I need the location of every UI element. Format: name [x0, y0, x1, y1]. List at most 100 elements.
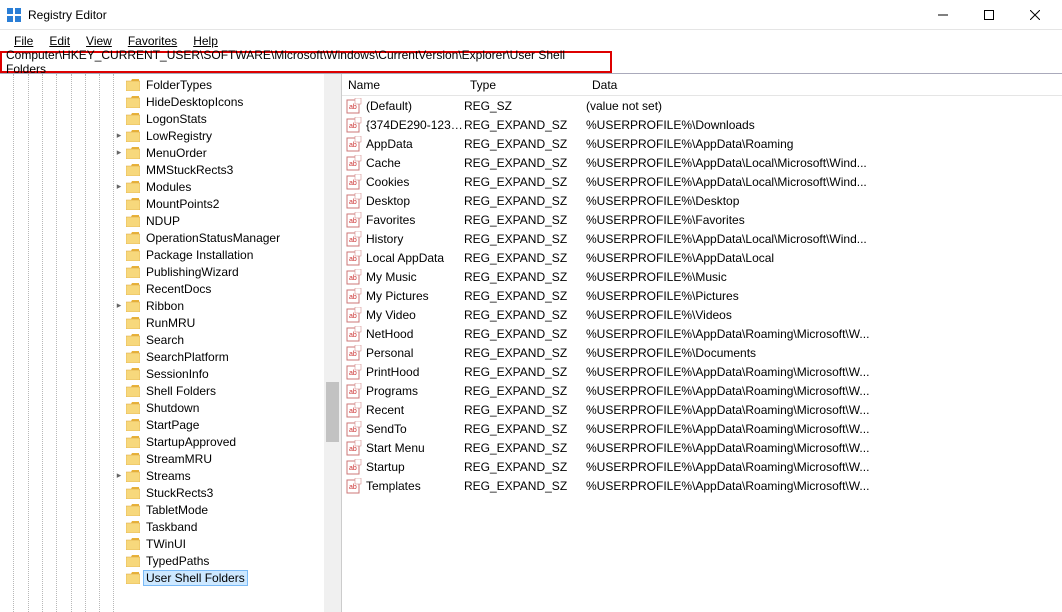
tree-item[interactable]: StreamMRU [0, 450, 341, 467]
expander-icon[interactable] [113, 198, 125, 210]
tree-item[interactable]: HideDesktopIcons [0, 93, 341, 110]
list-row[interactable]: ab(Default)REG_SZ(value not set) [342, 96, 1062, 115]
expander-icon[interactable] [113, 79, 125, 91]
list-row[interactable]: abMy MusicREG_EXPAND_SZ%USERPROFILE%\Mus… [342, 267, 1062, 286]
list-row[interactable]: abStartupREG_EXPAND_SZ%USERPROFILE%\AppD… [342, 457, 1062, 476]
list-row[interactable]: abAppDataREG_EXPAND_SZ%USERPROFILE%\AppD… [342, 134, 1062, 153]
address-bar[interactable]: Computer\HKEY_CURRENT_USER\SOFTWARE\Micr… [0, 51, 612, 73]
tree-label: LowRegistry [143, 129, 215, 143]
expander-icon[interactable] [113, 436, 125, 448]
list-row[interactable]: ab{374DE290-123F...REG_EXPAND_SZ%USERPRO… [342, 115, 1062, 134]
list-row[interactable]: abHistoryREG_EXPAND_SZ%USERPROFILE%\AppD… [342, 229, 1062, 248]
tree-item[interactable]: ▸Streams [0, 467, 341, 484]
expander-icon[interactable] [113, 317, 125, 329]
tree-item[interactable]: StartPage [0, 416, 341, 433]
expander-icon[interactable] [113, 96, 125, 108]
tree-item[interactable]: ▸Modules [0, 178, 341, 195]
cell-name: History [366, 232, 464, 246]
expander-icon[interactable] [113, 266, 125, 278]
expander-icon[interactable] [113, 572, 125, 584]
list-row[interactable]: abTemplatesREG_EXPAND_SZ%USERPROFILE%\Ap… [342, 476, 1062, 495]
expander-icon[interactable] [113, 232, 125, 244]
menu-favorites[interactable]: Favorites [120, 32, 185, 50]
list-row[interactable]: abNetHoodREG_EXPAND_SZ%USERPROFILE%\AppD… [342, 324, 1062, 343]
tree-label: FolderTypes [143, 78, 215, 92]
list-row[interactable]: abProgramsREG_EXPAND_SZ%USERPROFILE%\App… [342, 381, 1062, 400]
col-header-type[interactable]: Type [464, 75, 586, 95]
expander-icon[interactable] [113, 113, 125, 125]
tree-item[interactable]: FolderTypes [0, 76, 341, 93]
tree-item[interactable]: SessionInfo [0, 365, 341, 382]
tree-item[interactable]: RecentDocs [0, 280, 341, 297]
expander-icon[interactable] [113, 164, 125, 176]
tree-item[interactable]: Package Installation [0, 246, 341, 263]
tree-item[interactable]: RunMRU [0, 314, 341, 331]
list-row[interactable]: abPersonalREG_EXPAND_SZ%USERPROFILE%\Doc… [342, 343, 1062, 362]
tree-scrollbar-thumb[interactable] [326, 382, 339, 442]
tree-item[interactable]: StuckRects3 [0, 484, 341, 501]
maximize-button[interactable] [966, 0, 1012, 30]
col-header-name[interactable]: Name [342, 75, 464, 95]
expander-icon[interactable] [113, 538, 125, 550]
tree-item[interactable]: TabletMode [0, 501, 341, 518]
expander-icon[interactable]: ▸ [113, 130, 125, 142]
list-row[interactable]: abDesktopREG_EXPAND_SZ%USERPROFILE%\Desk… [342, 191, 1062, 210]
list-row[interactable]: abStart MenuREG_EXPAND_SZ%USERPROFILE%\A… [342, 438, 1062, 457]
expander-icon[interactable]: ▸ [113, 147, 125, 159]
minimize-button[interactable] [920, 0, 966, 30]
list-row[interactable]: abRecentREG_EXPAND_SZ%USERPROFILE%\AppDa… [342, 400, 1062, 419]
cell-name: Start Menu [366, 441, 464, 455]
expander-icon[interactable] [113, 283, 125, 295]
tree-item[interactable]: ▸Ribbon [0, 297, 341, 314]
menu-edit[interactable]: Edit [41, 32, 78, 50]
expander-icon[interactable] [113, 368, 125, 380]
tree-item[interactable]: Taskband [0, 518, 341, 535]
tree-item[interactable]: SearchPlatform [0, 348, 341, 365]
expander-icon[interactable] [113, 453, 125, 465]
list-row[interactable]: abMy VideoREG_EXPAND_SZ%USERPROFILE%\Vid… [342, 305, 1062, 324]
tree-item[interactable]: ▸MenuOrder [0, 144, 341, 161]
tree-item[interactable]: Search [0, 331, 341, 348]
list-row[interactable]: abCacheREG_EXPAND_SZ%USERPROFILE%\AppDat… [342, 153, 1062, 172]
menu-view[interactable]: View [78, 32, 120, 50]
expander-icon[interactable] [113, 249, 125, 261]
tree-item[interactable]: ▸ LowRegistry [0, 127, 341, 144]
list-row[interactable]: abMy PicturesREG_EXPAND_SZ%USERPROFILE%\… [342, 286, 1062, 305]
tree-item[interactable]: OperationStatusManager [0, 229, 341, 246]
tree-item[interactable]: TypedPaths [0, 552, 341, 569]
tree-item[interactable]: TWinUI [0, 535, 341, 552]
expander-icon[interactable] [113, 351, 125, 363]
tree-item[interactable]: NDUP [0, 212, 341, 229]
expander-icon[interactable]: ▸ [113, 181, 125, 193]
list-row[interactable]: abPrintHoodREG_EXPAND_SZ%USERPROFILE%\Ap… [342, 362, 1062, 381]
expander-icon[interactable] [113, 385, 125, 397]
tree-item[interactable]: MountPoints2 [0, 195, 341, 212]
list-row[interactable]: abLocal AppDataREG_EXPAND_SZ%USERPROFILE… [342, 248, 1062, 267]
tree-item[interactable]: PublishingWizard [0, 263, 341, 280]
menu-help[interactable]: Help [185, 32, 226, 50]
tree-item[interactable]: Shell Folders [0, 382, 341, 399]
tree-item[interactable]: Shutdown [0, 399, 341, 416]
list-row[interactable]: abSendToREG_EXPAND_SZ%USERPROFILE%\AppDa… [342, 419, 1062, 438]
tree-item[interactable]: LogonStats [0, 110, 341, 127]
tree-item[interactable]: User Shell Folders [0, 569, 341, 586]
expander-icon[interactable] [113, 402, 125, 414]
expander-icon[interactable] [113, 215, 125, 227]
tree-scrollbar[interactable] [324, 74, 341, 612]
tree-item[interactable]: StartupApproved [0, 433, 341, 450]
expander-icon[interactable] [113, 555, 125, 567]
expander-icon[interactable] [113, 334, 125, 346]
expander-icon[interactable]: ▸ [113, 470, 125, 482]
menu-file[interactable]: File [6, 32, 41, 50]
expander-icon[interactable]: ▸ [113, 300, 125, 312]
cell-data: %USERPROFILE%\AppData\Roaming\Microsoft\… [586, 403, 1062, 417]
close-button[interactable] [1012, 0, 1058, 30]
expander-icon[interactable] [113, 521, 125, 533]
col-header-data[interactable]: Data [586, 75, 1062, 95]
list-row[interactable]: abFavoritesREG_EXPAND_SZ%USERPROFILE%\Fa… [342, 210, 1062, 229]
list-row[interactable]: abCookiesREG_EXPAND_SZ%USERPROFILE%\AppD… [342, 172, 1062, 191]
expander-icon[interactable] [113, 419, 125, 431]
expander-icon[interactable] [113, 504, 125, 516]
tree-item[interactable]: MMStuckRects3 [0, 161, 341, 178]
expander-icon[interactable] [113, 487, 125, 499]
